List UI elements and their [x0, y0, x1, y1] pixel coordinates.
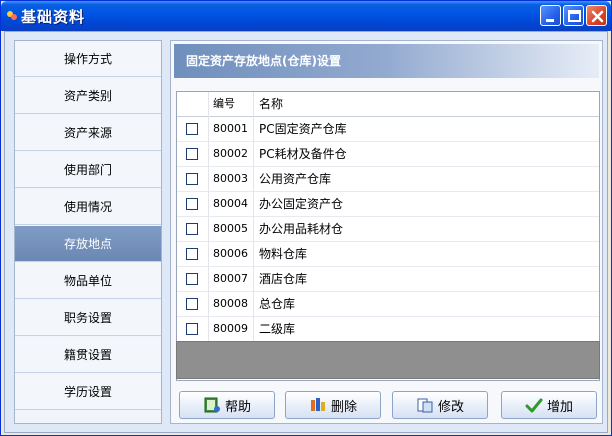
- row-code: 80001: [210, 117, 254, 142]
- row-code: 80008: [210, 292, 254, 317]
- row-name: 物料仓库: [259, 247, 308, 261]
- nav-item-label: 学历设置: [63, 385, 112, 399]
- nav-item-label: 操作方式: [63, 52, 112, 66]
- nav-item-education[interactable]: 学历设置: [15, 374, 161, 410]
- header-checkbox-cell: [177, 92, 209, 117]
- checkbox-cell: [177, 317, 209, 342]
- panel-title: 固定资产存放地点(仓库)设置: [174, 44, 599, 78]
- add-button[interactable]: 增加: [501, 391, 597, 419]
- help-label: 帮助: [224, 399, 251, 415]
- checkbox-cell: [177, 192, 209, 217]
- table-empty-area: [176, 341, 600, 379]
- content-panel: 固定资产存放地点(仓库)设置 编号 名称 80001 PC固定资产仓库 8000…: [170, 40, 603, 424]
- window: 基础资料 操作方式 资产类别 资产来源 使用部门 使用情况 存放地点 物品单位 …: [0, 0, 612, 436]
- nav-item-asset-source[interactable]: 资产来源: [15, 115, 161, 151]
- row-code: 80006: [210, 242, 254, 267]
- row-name: PC固定资产仓库: [259, 122, 347, 136]
- nav-item-asset-category[interactable]: 资产类别: [15, 78, 161, 114]
- edit-label: 修改: [437, 399, 464, 415]
- nav-item-label: 存放地点: [63, 237, 112, 251]
- row-code: 80005: [210, 217, 254, 242]
- nav-item-label: 使用部门: [63, 163, 112, 177]
- maximize-button[interactable]: [563, 5, 584, 26]
- row-checkbox[interactable]: [186, 223, 198, 235]
- table-row[interactable]: 80006 物料仓库: [177, 242, 599, 267]
- nav-item-label: 使用情况: [63, 200, 112, 214]
- table-row[interactable]: 80007 酒店仓库: [177, 267, 599, 292]
- header-name[interactable]: 名称: [255, 92, 595, 117]
- row-code: 80002: [210, 142, 254, 167]
- row-code: 80009: [210, 317, 254, 342]
- row-code: 80004: [210, 192, 254, 217]
- row-checkbox[interactable]: [186, 298, 198, 310]
- delete-icon: [310, 398, 325, 411]
- edit-icon: [417, 398, 433, 413]
- table-row[interactable]: 80004 办公固定资产仓: [177, 192, 599, 217]
- close-icon: [591, 10, 604, 23]
- row-name: 二级库: [259, 322, 296, 336]
- checkbox-cell: [177, 167, 209, 192]
- nav-item-operation[interactable]: 操作方式: [15, 41, 161, 77]
- table-row[interactable]: 80001 PC固定资产仓库: [177, 117, 599, 142]
- checkbox-cell: [177, 267, 209, 292]
- delete-label: 删除: [330, 399, 357, 415]
- row-checkbox[interactable]: [186, 123, 198, 135]
- checkbox-cell: [177, 142, 209, 167]
- row-code: 80007: [210, 267, 254, 292]
- table-row[interactable]: 80009 二级库: [177, 317, 599, 342]
- close-button[interactable]: [586, 5, 607, 26]
- checkmark-icon: [525, 398, 543, 413]
- row-name: 办公用品耗材仓: [259, 222, 344, 236]
- row-checkbox[interactable]: [186, 198, 198, 210]
- location-table: 编号 名称 80001 PC固定资产仓库 80002 PC耗材及备件仓 8000…: [176, 91, 600, 381]
- minimize-button[interactable]: [540, 5, 561, 26]
- sidebar-nav: 操作方式 资产类别 资产来源 使用部门 使用情况 存放地点 物品单位 职务设置 …: [14, 40, 162, 424]
- nav-item-label: 籍贯设置: [63, 348, 112, 362]
- checkbox-cell: [177, 117, 209, 142]
- nav-item-position[interactable]: 职务设置: [15, 300, 161, 336]
- nav-item-label: 物品单位: [63, 274, 112, 288]
- edit-button[interactable]: 修改: [392, 391, 488, 419]
- help-button[interactable]: 帮助: [179, 391, 275, 419]
- nav-item-location[interactable]: 存放地点: [15, 226, 161, 262]
- row-name: 办公固定资产仓: [259, 197, 344, 211]
- window-title: 基础资料: [21, 8, 86, 26]
- row-checkbox[interactable]: [186, 248, 198, 260]
- nav-item-label: 资产来源: [63, 126, 112, 140]
- checkbox-cell: [177, 242, 209, 267]
- checkbox-cell: [177, 217, 209, 242]
- client-area: 操作方式 资产类别 资产来源 使用部门 使用情况 存放地点 物品单位 职务设置 …: [4, 31, 608, 433]
- nav-item-unit[interactable]: 物品单位: [15, 263, 161, 299]
- table-header-row: 编号 名称: [177, 92, 599, 117]
- nav-item-department[interactable]: 使用部门: [15, 152, 161, 188]
- table-row[interactable]: 80003 公用资产仓库: [177, 167, 599, 192]
- title-bar[interactable]: 基础资料: [1, 1, 611, 31]
- row-checkbox[interactable]: [186, 173, 198, 185]
- row-name: 酒店仓库: [259, 272, 308, 286]
- table-row[interactable]: 80008 总仓库: [177, 292, 599, 317]
- delete-button[interactable]: 删除: [285, 391, 381, 419]
- nav-item-hometown[interactable]: 籍贯设置: [15, 337, 161, 373]
- checkbox-cell: [177, 292, 209, 317]
- nav-item-label: 职务设置: [63, 311, 112, 325]
- nav-item-usage[interactable]: 使用情况: [15, 189, 161, 225]
- row-checkbox[interactable]: [186, 148, 198, 160]
- row-checkbox[interactable]: [186, 273, 198, 285]
- maximize-icon: [568, 10, 581, 22]
- row-checkbox[interactable]: [186, 323, 198, 335]
- row-name: 公用资产仓库: [259, 172, 332, 186]
- header-code[interactable]: 编号: [210, 92, 254, 117]
- help-icon: [204, 397, 220, 413]
- nav-item-label: 资产类别: [63, 89, 112, 103]
- row-name: 总仓库: [259, 297, 296, 311]
- table-row[interactable]: 80005 办公用品耗材仓: [177, 217, 599, 242]
- table-row[interactable]: 80002 PC耗材及备件仓: [177, 142, 599, 167]
- row-code: 80003: [210, 167, 254, 192]
- minimize-icon: [546, 19, 554, 22]
- app-icon: [7, 11, 17, 20]
- row-name: PC耗材及备件仓: [259, 147, 347, 161]
- add-label: 增加: [546, 399, 573, 415]
